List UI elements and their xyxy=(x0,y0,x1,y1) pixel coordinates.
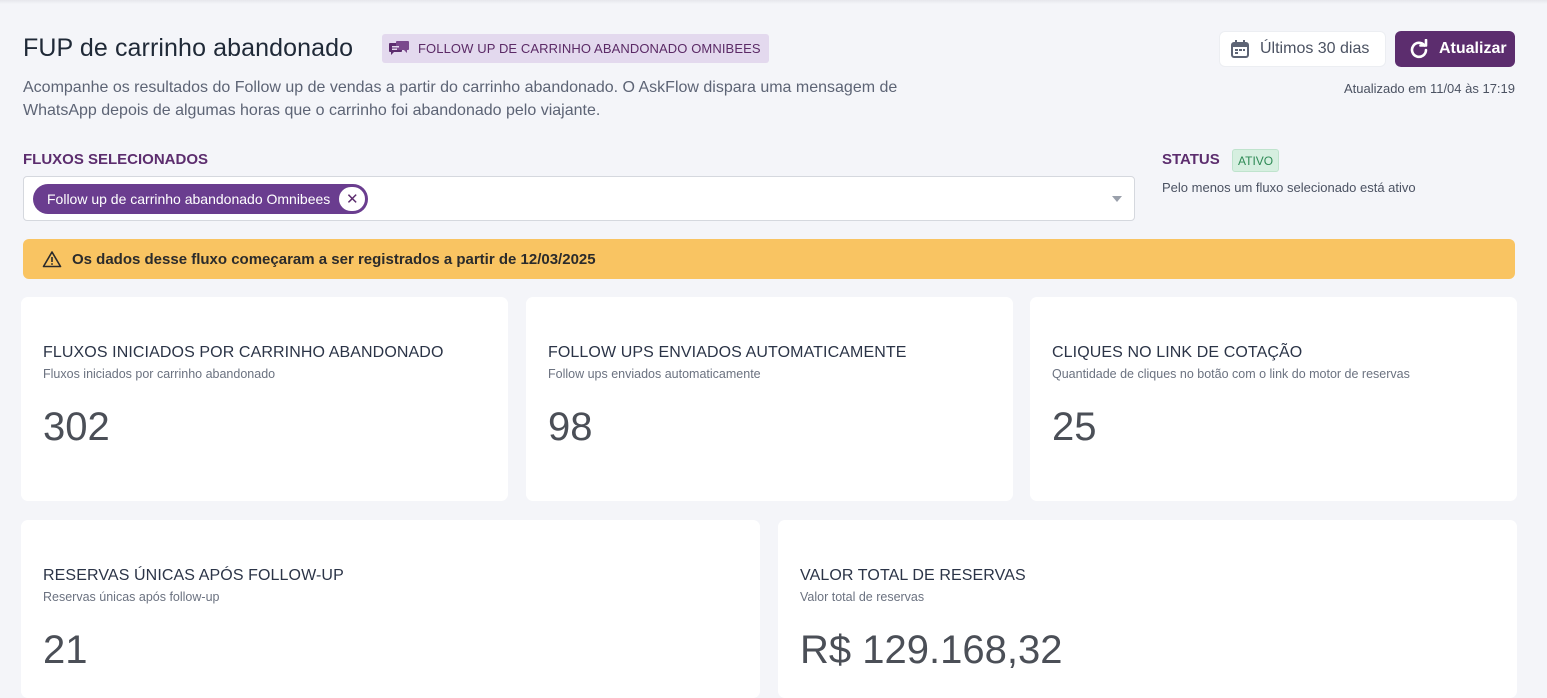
selected-flow-label: Follow up de carrinho abandonado Omnibee… xyxy=(47,191,331,207)
metric-value: 302 xyxy=(43,405,110,449)
close-icon[interactable]: ✕ xyxy=(338,186,367,212)
metric-value: 98 xyxy=(548,405,593,449)
metric-title: VALOR TOTAL DE RESERVAS xyxy=(800,567,1026,584)
caret-down-icon[interactable] xyxy=(1112,196,1122,202)
metric-card-flows-started: FLUXOS INICIADOS POR CARRINHO ABANDONADO… xyxy=(21,297,508,501)
metric-value: 21 xyxy=(43,628,88,672)
refresh-button[interactable]: Atualizar xyxy=(1395,31,1515,67)
metric-card-total-bookings-value: VALOR TOTAL DE RESERVAS Valor total de r… xyxy=(778,520,1517,698)
metric-value: R$ 129.168,32 xyxy=(800,628,1063,672)
metric-title: CLIQUES NO LINK DE COTAÇÃO xyxy=(1052,344,1303,361)
date-range-button[interactable]: Últimos 30 dias xyxy=(1219,31,1386,67)
page-title: FUP de carrinho abandonado xyxy=(23,34,354,62)
metric-title: RESERVAS ÚNICAS APÓS FOLLOW-UP xyxy=(43,567,344,584)
metric-subtitle: Valor total de reservas xyxy=(800,590,925,604)
metric-title: FOLLOW UPS ENVIADOS AUTOMATICAMENTE xyxy=(548,344,907,361)
data-start-alert: Os dados desse fluxo começaram a ser reg… xyxy=(23,239,1515,279)
top-shadow xyxy=(0,0,1547,4)
chat-bubbles-icon xyxy=(388,40,410,58)
metric-value: 25 xyxy=(1052,405,1097,449)
metric-title: FLUXOS INICIADOS POR CARRINHO ABANDONADO xyxy=(43,344,444,361)
page-subtitle: Acompanhe os resultados do Follow up de … xyxy=(23,79,898,119)
flow-badge-label: FOLLOW UP DE CARRINHO ABANDONADO OMNIBEE… xyxy=(418,41,761,56)
flows-section-label: FLUXOS SELECIONADOS xyxy=(23,151,209,168)
status-label: STATUS xyxy=(1162,151,1220,168)
metric-subtitle: Follow ups enviados automaticamente xyxy=(548,367,761,381)
flow-badge: FOLLOW UP DE CARRINHO ABANDONADO OMNIBEE… xyxy=(382,34,769,63)
metric-card-followups-sent: FOLLOW UPS ENVIADOS AUTOMATICAMENTE Foll… xyxy=(526,297,1013,501)
flows-select[interactable]: Follow up de carrinho abandonado Omnibee… xyxy=(23,176,1135,221)
metric-subtitle: Fluxos iniciados por carrinho abandonado xyxy=(43,367,276,381)
metric-card-unique-bookings: RESERVAS ÚNICAS APÓS FOLLOW-UP Reservas … xyxy=(21,520,760,698)
updated-timestamp: Atualizado em 11/04 às 17:19 xyxy=(1343,81,1515,96)
date-range-label: Últimos 30 dias xyxy=(1260,40,1370,57)
metric-subtitle: Reservas únicas após follow-up xyxy=(43,590,220,604)
selected-flow-chip: Follow up de carrinho abandonado Omnibee… xyxy=(33,184,369,214)
calendar-icon xyxy=(1230,39,1250,59)
alert-text: Os dados desse fluxo começaram a ser reg… xyxy=(72,250,596,268)
refresh-label: Atualizar xyxy=(1439,40,1507,57)
status-note: Pelo menos um fluxo selecionado está ati… xyxy=(1162,180,1416,195)
refresh-icon xyxy=(1409,39,1429,59)
metric-subtitle: Quantidade de cliques no botão com o lin… xyxy=(1052,367,1410,381)
status-badge: ATIVO xyxy=(1232,149,1280,172)
warning-triangle-icon xyxy=(42,250,62,268)
metric-card-quote-clicks: CLIQUES NO LINK DE COTAÇÃO Quantidade de… xyxy=(1030,297,1517,501)
